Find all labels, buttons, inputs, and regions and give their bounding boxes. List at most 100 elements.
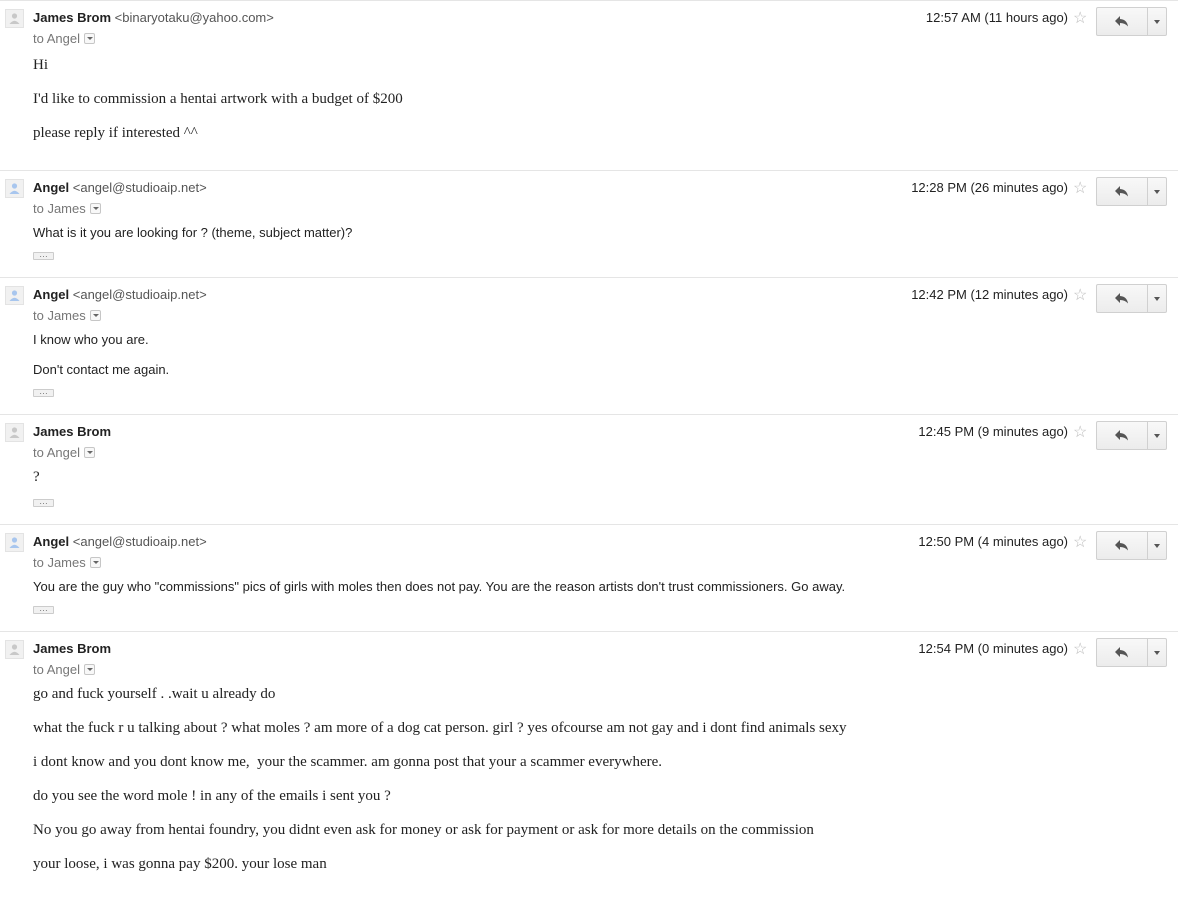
star-icon[interactable]: ☆ [1073,425,1087,441]
message-line: do you see the word mole ! in any of the… [33,788,391,804]
person-icon [9,13,20,24]
more-options-button[interactable] [1148,532,1166,559]
reply-button-group [1096,7,1167,36]
reply-button[interactable] [1097,285,1148,312]
reply-icon [1115,293,1128,304]
message-body: ? [33,469,40,486]
recipient-line[interactable]: to James [33,555,101,570]
message-body: What is it you are looking for ? (theme,… [33,225,352,240]
reply-icon [1115,647,1128,658]
star-icon[interactable]: ☆ [1073,11,1087,27]
timestamp: 12:45 PM (9 minutes ago) [918,424,1068,439]
avatar [5,533,24,552]
recipient-label: to Angel [33,445,80,460]
timestamp: 12:28 PM (26 minutes ago) [911,180,1068,195]
person-icon [9,537,20,548]
recipient-label: to Angel [33,662,80,677]
recipient-line[interactable]: to James [33,308,101,323]
sender-email: <binaryotaku@yahoo.com> [114,10,274,25]
recipient-label: to James [33,308,86,323]
recipient-label: to James [33,555,86,570]
message-line: your loose, i was gonna pay $200. your l… [33,856,327,872]
message-line: please reply if interested ^^ [33,125,198,141]
person-icon [9,183,20,194]
reply-button[interactable] [1097,178,1148,205]
person-icon [9,290,20,301]
sender-name: Angel [33,287,70,302]
chevron-down-icon [1154,19,1160,24]
message: Angel <angel@studioaip.net> to James 12:… [0,277,1178,414]
person-icon [9,427,20,438]
sender[interactable]: James Brom [33,424,111,439]
sender[interactable]: James Brom [33,641,111,656]
timestamp: 12:54 PM (0 minutes ago) [918,641,1068,656]
sender-email: <angel@studioaip.net> [72,287,207,302]
avatar [5,286,24,305]
reply-button[interactable] [1097,422,1148,449]
avatar [5,179,24,198]
reply-button-group [1096,421,1167,450]
message-line: You are the guy who "commissions" pics o… [33,579,846,594]
show-details-icon[interactable] [84,664,95,676]
show-trimmed-content-button[interactable]: … [33,604,54,614]
message-line: go and fuck yourself . .wait u already d… [33,686,276,702]
more-options-button[interactable] [1148,285,1166,312]
sender[interactable]: Angel <angel@studioaip.net> [33,534,207,549]
show-details-icon[interactable] [89,203,101,215]
chevron-down-icon [1154,650,1160,655]
chevron-down-icon [1154,543,1160,548]
reply-button-group [1096,284,1167,313]
message-line: No you go away from hentai foundry, you … [33,822,814,838]
show-details-icon[interactable] [89,310,101,322]
star-icon[interactable]: ☆ [1073,642,1087,658]
message-body: I know who you are. Don't contact me aga… [33,332,169,377]
message-line: Hi [33,57,48,73]
reply-button[interactable] [1097,8,1148,35]
recipient-label: to Angel [33,31,80,46]
recipient-line[interactable]: to James [33,201,101,216]
avatar [5,640,24,659]
more-options-button[interactable] [1148,8,1166,35]
sender[interactable]: Angel <angel@studioaip.net> [33,180,207,195]
show-trimmed-content-button[interactable]: … [33,497,54,507]
reply-button[interactable] [1097,639,1148,666]
message: James Brom <binaryotaku@yahoo.com> to An… [0,0,1178,170]
message-line: I know who you are. [33,332,149,347]
sender-name: Angel [33,180,70,195]
message-line: what the fuck r u talking about ? what m… [33,720,847,736]
message: Angel <angel@studioaip.net> to James 12:… [0,524,1178,631]
more-options-button[interactable] [1148,422,1166,449]
reply-button-group [1096,638,1167,667]
avatar [5,423,24,442]
sender-email: <angel@studioaip.net> [72,180,207,195]
star-icon[interactable]: ☆ [1073,181,1087,197]
person-icon [9,644,20,655]
message-line: i dont know and you dont know me, your t… [33,754,663,770]
star-icon[interactable]: ☆ [1073,535,1087,551]
message-line: Don't contact me again. [33,362,170,377]
sender[interactable]: Angel <angel@studioaip.net> [33,287,207,302]
timestamp: 12:57 AM (11 hours ago) [925,10,1068,25]
message-line: ? [33,469,40,485]
show-details-icon[interactable] [84,447,95,459]
reply-button[interactable] [1097,532,1148,559]
recipient-line[interactable]: to Angel [33,445,95,460]
more-options-button[interactable] [1148,178,1166,205]
show-details-icon[interactable] [84,33,95,45]
show-trimmed-content-button[interactable]: … [33,387,54,397]
chevron-down-icon [1154,189,1160,194]
sender-email: <angel@studioaip.net> [72,534,207,549]
show-trimmed-content-button[interactable]: … [33,250,54,260]
sender-name: James Brom [33,10,112,25]
message-line: What is it you are looking for ? (theme,… [33,225,353,240]
more-options-button[interactable] [1148,639,1166,666]
sender[interactable]: James Brom <binaryotaku@yahoo.com> [33,10,274,25]
star-icon[interactable]: ☆ [1073,288,1087,304]
email-thread: James Brom <binaryotaku@yahoo.com> to An… [0,0,1178,907]
recipient-line[interactable]: to Angel [33,31,95,46]
recipient-label: to James [33,201,86,216]
recipient-line[interactable]: to Angel [33,662,95,677]
timestamp: 12:50 PM (4 minutes ago) [918,534,1068,549]
show-details-icon[interactable] [89,557,101,569]
sender-name: Angel [33,534,70,549]
